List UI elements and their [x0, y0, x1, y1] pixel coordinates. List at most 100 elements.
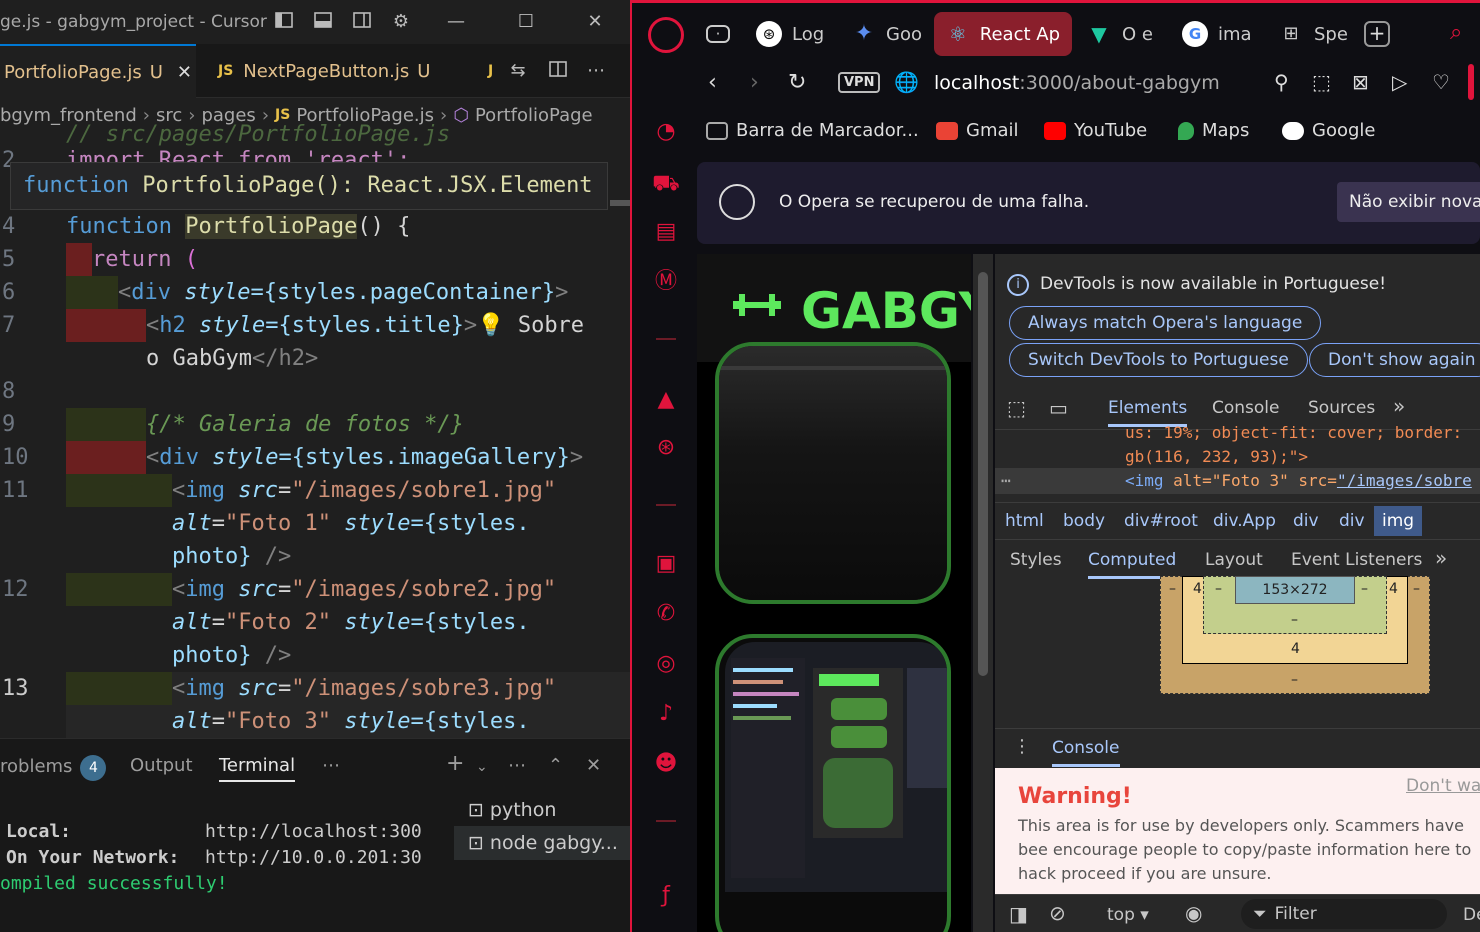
html-source-line-selected[interactable]: ⋯ <img alt="Foto 3" src="/images/sobre: [995, 468, 1480, 494]
drawer-menu-icon[interactable]: ⋮: [1013, 736, 1031, 757]
close-tab-icon[interactable]: ✕: [177, 62, 192, 83]
tab-chatgpt[interactable]: ⊛ Log: [756, 12, 826, 56]
ellipsis-icon[interactable]: ⋯: [1001, 468, 1011, 494]
reload-icon[interactable]: ↻: [788, 70, 806, 95]
toggle-panel-icon[interactable]: [311, 10, 335, 34]
bookmark-youtube[interactable]: YouTube: [1044, 120, 1147, 141]
tab-terminal[interactable]: Terminal: [219, 755, 296, 782]
bookmark-gmail[interactable]: Gmail: [936, 120, 1019, 141]
more-actions-icon[interactable]: ⋯: [584, 59, 608, 83]
crumb-div[interactable]: div: [1293, 506, 1319, 536]
toggle-secondary-sidebar-icon[interactable]: [350, 10, 374, 34]
crumb-img[interactable]: img: [1374, 506, 1423, 536]
lightbulb-icon[interactable]: 💡: [477, 313, 504, 338]
tab-react-app[interactable]: ⚛ React Ap: [934, 12, 1072, 56]
sidebar-toggle-icon[interactable]: ◨: [1009, 902, 1028, 926]
tab-sources[interactable]: Sources: [1308, 398, 1375, 418]
vpn-badge[interactable]: VPN: [838, 72, 881, 93]
switch-portuguese-button[interactable]: Switch DevTools to Portuguese: [1009, 343, 1308, 377]
eye-icon[interactable]: ◉: [1185, 901, 1202, 925]
minimize-icon[interactable]: —: [444, 10, 468, 34]
log-levels-dropdown[interactable]: De: [1463, 905, 1480, 925]
tab-event-listeners[interactable]: Event Listeners: [1291, 550, 1422, 570]
aria-icon[interactable]: ▲: [652, 386, 680, 414]
tab-styles[interactable]: Styles: [1010, 550, 1062, 570]
new-tab-icon[interactable]: +: [1364, 21, 1390, 47]
more-panel-tabs-icon[interactable]: ⋯: [322, 755, 340, 776]
close-window-icon[interactable]: ✕: [583, 10, 607, 34]
compare-changes-icon[interactable]: ⇆: [506, 59, 530, 83]
context-selector[interactable]: top ▾: [1107, 905, 1149, 925]
tab-speed-dial[interactable]: ⊞ Spe: [1278, 12, 1348, 56]
crumb-div[interactable]: div: [1339, 506, 1365, 536]
tab-problems[interactable]: roblems 4: [0, 755, 107, 781]
pin-icon[interactable]: ⚲: [1274, 70, 1289, 94]
tab-layout[interactable]: Layout: [1205, 550, 1263, 570]
inspect-element-icon[interactable]: ⬚: [1007, 396, 1026, 420]
forward-icon[interactable]: ›: [750, 70, 759, 95]
discord-icon[interactable]: ☻: [652, 750, 680, 778]
more-subtabs-icon[interactable]: »: [1435, 546, 1447, 570]
tab-computed[interactable]: Computed: [1088, 550, 1177, 579]
settings-gear-icon[interactable]: ⚙: [389, 10, 413, 34]
maximize-icon[interactable]: ☐: [514, 10, 538, 34]
crumb-div-app[interactable]: div.App: [1213, 506, 1276, 536]
tab-nextpagebutton[interactable]: JS NextPageButton.js U: [218, 44, 448, 98]
snapshot-icon[interactable]: ⬚: [1312, 70, 1331, 94]
bookmark-maps[interactable]: Maps: [1178, 120, 1249, 141]
tiktok-icon[interactable]: ♪: [652, 700, 680, 728]
terminal-instance-python[interactable]: ⊡ python: [454, 793, 630, 827]
tab-console[interactable]: Console: [1212, 398, 1280, 418]
bookmark-folder[interactable]: Barra de Marcador...: [706, 120, 919, 141]
crumb-body[interactable]: body: [1063, 506, 1105, 536]
bookmark-google[interactable]: Google: [1282, 120, 1375, 141]
device-toolbar-icon[interactable]: ▭: [1049, 396, 1068, 420]
dont-show-again-button[interactable]: Não exibir nova: [1337, 182, 1480, 222]
search-tabs-icon[interactable]: ⌕: [1450, 20, 1462, 45]
crumb-div-root[interactable]: div#root: [1124, 506, 1198, 536]
drawer-tab-console[interactable]: Console: [1052, 738, 1120, 767]
tab-output[interactable]: Output: [130, 755, 193, 776]
whatsapp-icon[interactable]: ✆: [652, 600, 680, 628]
globe-icon[interactable]: 🌐: [894, 70, 919, 94]
back-icon[interactable]: ‹: [708, 70, 717, 95]
terminal-instance-node[interactable]: ⊡ node gabgy...: [454, 826, 630, 860]
terminal-url[interactable]: http://10.0.0.201:30: [205, 847, 422, 868]
filter-input[interactable]: ⏷ Filter: [1241, 899, 1447, 929]
match-language-button[interactable]: Always match Opera's language: [1009, 306, 1322, 340]
close-panel-icon[interactable]: ✕: [586, 755, 601, 776]
tab-gemini[interactable]: ✦ Goo: [852, 12, 922, 56]
crumb-html[interactable]: html: [1005, 506, 1044, 536]
wallet-icon[interactable]: ▤: [652, 218, 680, 246]
dont-show-again-button[interactable]: Don't show again: [1309, 343, 1480, 377]
flow-icon[interactable]: ƒ: [652, 882, 680, 910]
chevron-down-icon[interactable]: ⌄: [476, 759, 488, 775]
sticky-scroll-header[interactable]: function PortfolioPage(): React.JSX.Elem…: [10, 162, 608, 210]
speed-dial-icon[interactable]: ◔: [652, 118, 680, 146]
instagram-icon[interactable]: ◎: [652, 650, 680, 678]
more-tabs-icon[interactable]: »: [1393, 394, 1405, 418]
tab-portfoliopage[interactable]: PortfolioPage.js U ✕: [0, 44, 196, 98]
new-terminal-icon[interactable]: +: [446, 751, 464, 776]
toggle-primary-sidebar-icon[interactable]: [272, 10, 296, 34]
dont-warn-link[interactable]: Don't war: [1406, 776, 1480, 796]
shopping-icon[interactable]: ⛟: [652, 170, 680, 198]
split-editor-icon[interactable]: [546, 59, 570, 83]
tab-google-images[interactable]: Gima: [1182, 12, 1252, 56]
tab-overflow[interactable]: J: [488, 44, 508, 98]
tab-game[interactable]: ·: [706, 12, 740, 56]
more-actions-icon[interactable]: ⋯: [508, 755, 526, 776]
twitch-icon[interactable]: ▣: [652, 550, 680, 578]
maximize-panel-icon[interactable]: ⌃: [548, 755, 563, 776]
chatgpt-icon[interactable]: ⊛: [652, 434, 680, 462]
opera-logo-icon[interactable]: [648, 17, 684, 53]
url-field[interactable]: localhost:3000/about-gabgym: [934, 72, 1220, 94]
music-icon[interactable]: Ⓜ: [652, 268, 680, 296]
tab-vuetify[interactable]: ▼ O e: [1086, 12, 1156, 56]
adblock-icon[interactable]: ⊠: [1352, 70, 1369, 94]
terminal-url[interactable]: http://localhost:300: [205, 821, 422, 842]
clear-console-icon[interactable]: ⊘: [1049, 901, 1066, 925]
send-icon[interactable]: ▷: [1392, 70, 1407, 94]
heart-icon[interactable]: ♡: [1432, 70, 1450, 94]
page-scrollbar-thumb[interactable]: [978, 272, 988, 676]
